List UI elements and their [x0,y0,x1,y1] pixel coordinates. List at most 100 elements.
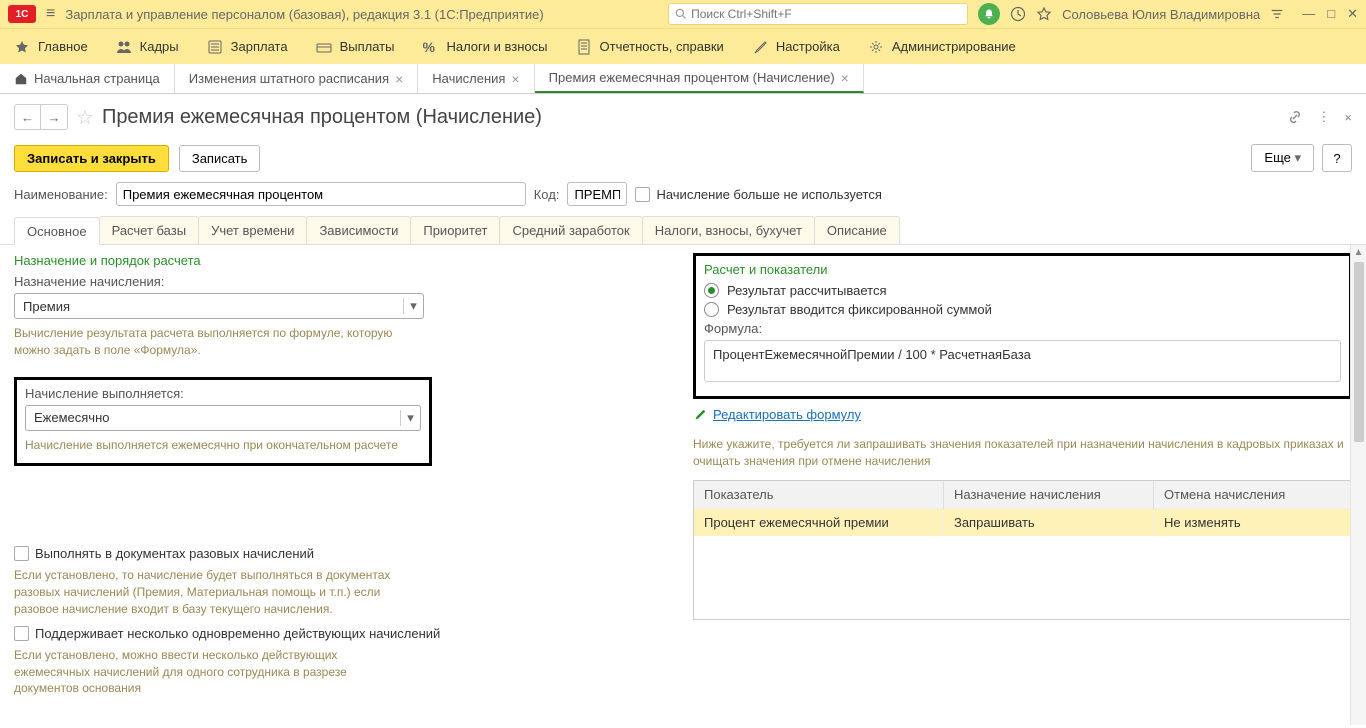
exec-select[interactable]: Ежемесячно ▾ [25,405,421,431]
chevron-down-icon[interactable]: ▾ [400,410,420,426]
menu-salary[interactable]: Зарплата [207,39,288,55]
tab-accruals[interactable]: Начисления× [418,64,534,93]
formula-label: Формула: [704,321,1341,336]
window-buttons: — □ ✕ [1302,6,1358,22]
minimize-button[interactable]: — [1302,6,1315,22]
scroll-up-icon[interactable]: ▲ [1351,245,1366,260]
nav-back-button[interactable]: ← [15,105,41,129]
header-fields: Наименование: Код: Начисление больше не … [0,182,1366,216]
menu-payments[interactable]: Выплаты [316,39,395,55]
checkbox-icon [14,546,29,561]
maximize-button[interactable]: □ [1327,6,1335,22]
global-search[interactable] [668,3,968,25]
col-cancel: Отмена начисления [1154,481,1351,509]
radio-icon [704,302,719,317]
code-label: Код: [534,187,560,202]
close-icon[interactable]: × [395,71,403,87]
radio-fixed[interactable]: Результат вводится фиксированной суммой [704,302,1341,317]
section-purpose-title: Назначение и порядок расчета [14,253,673,268]
indicators-table-wrap: Показатель Назначение начисления Отмена … [693,480,1352,620]
help-button[interactable]: ? [1322,144,1352,172]
logo-1c: 1C [8,5,36,23]
user-name[interactable]: Соловьева Юлия Владимировна [1062,7,1260,22]
purpose-label: Назначение начисления: [14,274,673,289]
formula-box: ПроцентЕжемесячнойПремии / 100 * Расчетн… [704,340,1341,382]
search-input[interactable] [687,7,961,21]
cb1-help: Если установлено, то начисление будет вы… [14,567,414,617]
cb-multi-active[interactable]: Поддерживает несколько одновременно дейс… [14,626,673,641]
inner-tab-deps[interactable]: Зависимости [306,216,411,244]
inner-tab-avg[interactable]: Средний заработок [499,216,642,244]
bell-icon [983,8,995,20]
code-input[interactable] [567,182,627,206]
left-column: Назначение и порядок расчета Назначение … [14,253,673,717]
table-row[interactable]: Процент ежемесячной премии Запрашивать Н… [694,508,1351,536]
inner-tab-main[interactable]: Основное [14,217,100,245]
menu-main[interactable]: Главное [14,39,88,55]
col-indicator: Показатель [694,481,943,509]
cb2-help: Если установлено, можно ввести несколько… [14,647,414,697]
vertical-scrollbar[interactable]: ▲ [1350,245,1366,725]
name-label: Наименование: [14,187,108,202]
close-icon[interactable]: × [511,71,519,87]
home-icon [14,72,28,86]
close-icon[interactable]: × [841,70,849,86]
menu-icon[interactable]: ≡ [46,5,55,23]
menu-admin[interactable]: Администрирование [868,39,1016,55]
star-icon[interactable] [1036,6,1052,22]
tab-home[interactable]: Начальная страница [0,64,175,93]
favorite-star-icon[interactable]: ☆ [76,105,94,130]
inner-tab-priority[interactable]: Приоритет [410,216,500,244]
save-close-button[interactable]: Записать и закрыть [14,145,169,172]
inner-tabs: Основное Расчет базы Учет времени Зависи… [0,216,1366,245]
name-input[interactable] [116,182,526,206]
app-title: Зарплата и управление персоналом (базова… [65,7,543,22]
history-icon[interactable] [1010,6,1026,22]
inner-tab-base[interactable]: Расчет базы [99,216,200,244]
close-button[interactable]: ✕ [1347,6,1358,22]
settings-lines-icon[interactable] [1270,7,1284,21]
form-body: Назначение и порядок расчета Назначение … [0,245,1366,725]
inner-tab-tax[interactable]: Налоги, взносы, бухучет [642,216,815,244]
not-used-checkbox[interactable]: Начисление больше не используется [635,187,881,202]
exec-block: Начисление выполняется: Ежемесячно ▾ Нач… [14,377,432,467]
link-icon[interactable] [1287,109,1303,125]
radio-icon [704,283,719,298]
pencil-icon [693,408,707,422]
indicators-hint: Ниже укажите, требуется ли запрашивать з… [693,436,1352,470]
close-page-icon[interactable]: × [1344,110,1352,125]
cb-single-docs[interactable]: Выполнять в документах разовых начислени… [14,546,673,561]
exec-help: Начисление выполняется ежемесячно при ок… [25,437,421,454]
edit-formula-link[interactable]: Редактировать формулу [693,407,1352,422]
page-header: ← → ☆ Премия ежемесячная процентом (Начи… [0,94,1366,140]
inner-tab-desc[interactable]: Описание [814,216,900,244]
main-menu: Главное Кадры Зарплата Выплаты %Налоги и… [0,28,1366,64]
checkbox-icon [14,626,29,641]
purpose-select[interactable]: Премия ▾ [14,293,424,319]
checkbox-icon [635,187,650,202]
col-assignment: Назначение начисления [943,481,1153,509]
tab-staffing-changes[interactable]: Изменения штатного расписания× [175,64,418,93]
indicators-table[interactable]: Показатель Назначение начисления Отмена … [694,481,1351,536]
chevron-down-icon[interactable]: ▾ [403,298,423,314]
menu-hr[interactable]: Кадры [116,39,179,55]
scroll-thumb[interactable] [1354,262,1364,442]
document-tabs: Начальная страница Изменения штатного ра… [0,64,1366,94]
purpose-help: Вычисление результата расчета выполняетс… [14,325,424,359]
titlebar: 1C ≡ Зарплата и управление персоналом (б… [0,0,1366,28]
more-button[interactable]: Еще [1251,144,1314,172]
tab-premium[interactable]: Премия ежемесячная процентом (Начисление… [535,64,864,93]
menu-taxes[interactable]: %Налоги и взносы [422,39,547,55]
menu-settings[interactable]: Настройка [752,39,840,55]
notifications-button[interactable] [978,3,1000,25]
page-title: Премия ежемесячная процентом (Начисление… [102,106,542,129]
more-icon[interactable]: ⋮ [1317,109,1330,125]
radio-calculated[interactable]: Результат рассчитывается [704,283,1341,298]
right-column: Расчет и показатели Результат рассчитыва… [693,253,1352,717]
nav-fwd-button[interactable]: → [41,105,67,129]
inner-tab-time[interactable]: Учет времени [198,216,307,244]
menu-reports[interactable]: Отчетность, справки [576,39,724,55]
section-calc-title: Расчет и показатели [704,262,1341,277]
save-button[interactable]: Записать [179,145,261,172]
calc-block: Расчет и показатели Результат рассчитыва… [693,253,1352,399]
